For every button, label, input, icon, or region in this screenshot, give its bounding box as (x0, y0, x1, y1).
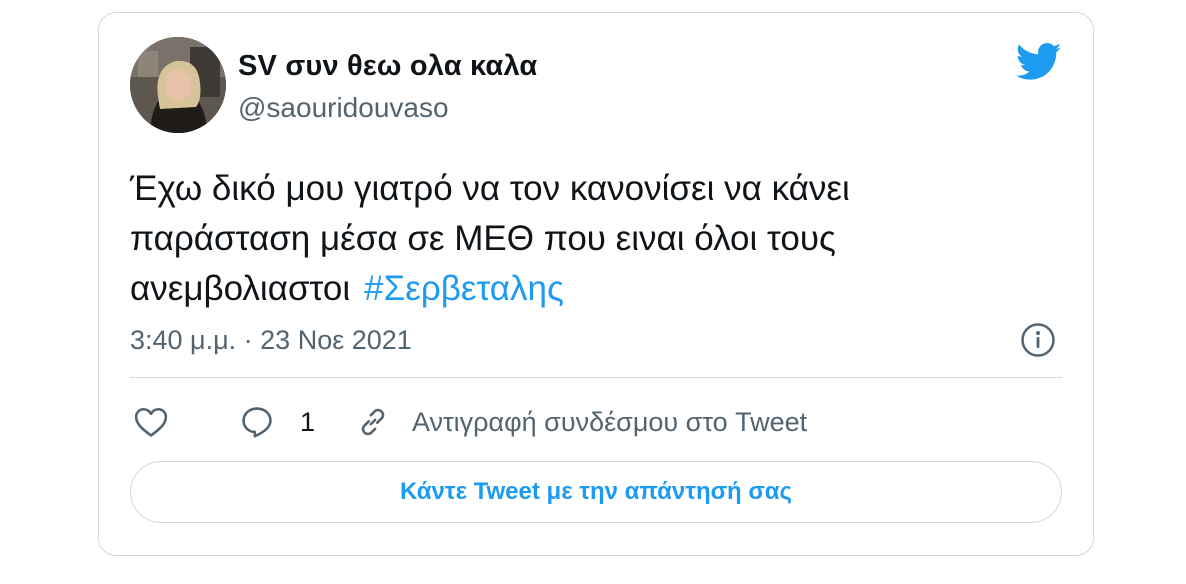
like-button[interactable] (134, 402, 168, 442)
reply-button[interactable]: Κάντε Tweet με την απάντησή σας (130, 461, 1062, 523)
reply-count: 1 (300, 406, 316, 437)
avatar-image (130, 37, 226, 133)
user-handle[interactable]: @saouridouvaso (238, 91, 449, 125)
copy-link-label: Αντιγραφή συνδέσμου στο Tweet (412, 406, 808, 437)
tweet-text-segment: ανεμβολιαστοι (130, 269, 351, 308)
heart-icon (134, 407, 168, 437)
tweet-text-line: ανεμβολιαστοι #Σερβεταλης (130, 264, 1030, 314)
display-name[interactable]: SV συν θεω ολα καλα (238, 48, 537, 84)
twitter-bird-icon[interactable] (1016, 42, 1062, 82)
reply-action[interactable]: 1 (240, 402, 315, 442)
divider (130, 377, 1062, 378)
copy-link-button[interactable]: Αντιγραφή συνδέσμου στο Tweet (356, 402, 807, 442)
reply-bubble-icon (242, 407, 272, 438)
tweet-text: Έχω δικό μου γιατρό να τον κανονίσει να … (130, 164, 1030, 314)
avatar[interactable] (130, 37, 226, 133)
tweet-text-line: Έχω δικό μου γιατρό να τον κανονίσει να … (130, 169, 850, 208)
hashtag-link[interactable]: #Σερβεταλης (364, 269, 564, 308)
link-icon (361, 408, 385, 436)
timestamp[interactable]: 3:40 μ.μ. · 23 Νοε 2021 (130, 323, 412, 357)
tweet-text-line: παράσταση μέσα σε ΜΕΘ που ειναι όλοι του… (130, 219, 836, 258)
info-icon[interactable] (1020, 322, 1056, 358)
